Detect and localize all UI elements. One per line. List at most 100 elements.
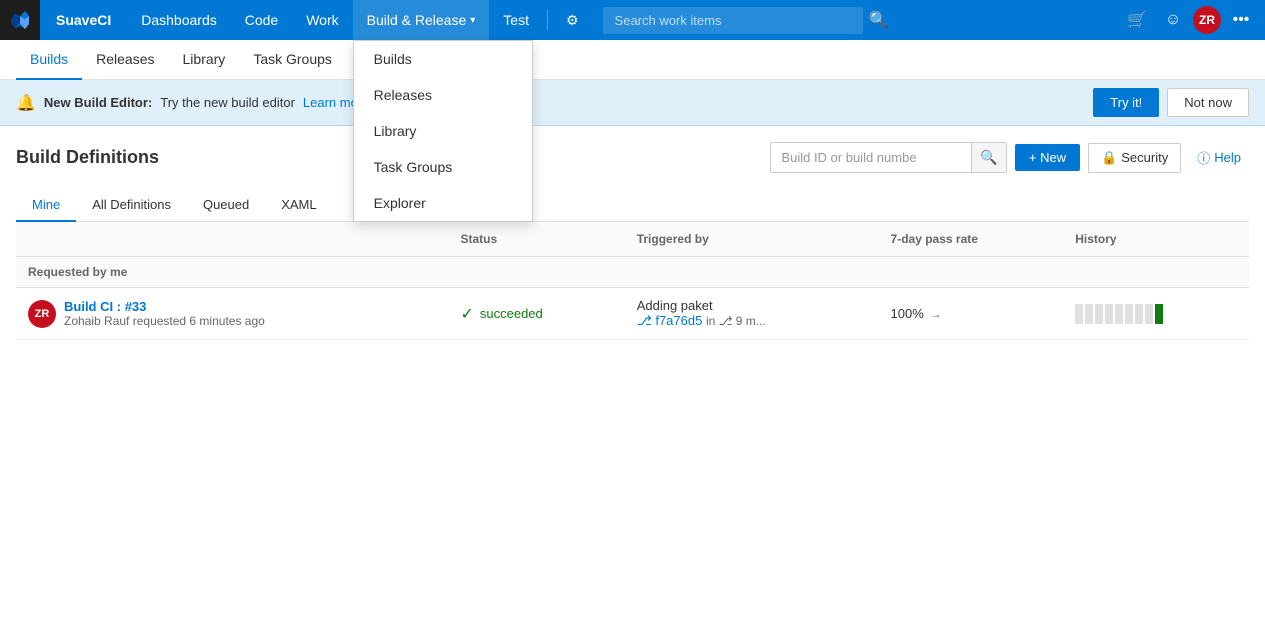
help-circle-icon: ⓘ <box>1197 148 1210 167</box>
banner-content: 🔔 New Build Editor: Try the new build ed… <box>16 93 369 113</box>
sub-navigation: Builds Releases Library Task Groups Expl… <box>0 40 1265 80</box>
trigger-repo: in ⎇ 9 m... <box>706 314 766 328</box>
smiley-icon[interactable]: ☺ <box>1157 4 1189 36</box>
col-header-triggered: Triggered by <box>625 222 879 257</box>
build-search-wrap: 🔍 <box>770 142 1006 173</box>
trigger-message: Adding paket <box>637 298 867 313</box>
tab-queued[interactable]: Queued <box>187 189 265 222</box>
history-bar <box>1075 304 1237 324</box>
dropdown-item-builds[interactable]: Builds <box>354 41 532 77</box>
banner-label: New Build Editor: <box>44 95 152 110</box>
banner-actions: Try it! Not now <box>1093 88 1249 117</box>
commit-icon: ⎇ <box>637 313 652 328</box>
project-name[interactable]: SuaveCI <box>40 12 127 28</box>
subnav-library[interactable]: Library <box>169 40 240 80</box>
passrate-cell: 100% → <box>879 288 1064 340</box>
shield-icon: 🔒 <box>1101 150 1117 166</box>
history-bar-segment <box>1145 304 1153 324</box>
user-avatar[interactable]: ZR <box>1193 6 1221 34</box>
top-navigation: SuaveCI Dashboards Code Work Build & Rel… <box>0 0 1265 40</box>
requested-by: Zohaib Rauf <box>64 314 129 328</box>
status-succeeded: ✓ succeeded <box>460 304 612 324</box>
col-header-history: History <box>1063 222 1249 257</box>
page-actions: 🔍 + New 🔒 Security ⓘ Help <box>770 142 1249 173</box>
new-build-editor-banner: 🔔 New Build Editor: Try the new build ed… <box>0 80 1265 126</box>
nav-item-dashboards[interactable]: Dashboards <box>127 0 231 40</box>
dropdown-item-task-groups[interactable]: Task Groups <box>354 149 532 185</box>
build-info-cell: ZR Build CI : #33 Zohaib Rauf requested … <box>16 288 448 340</box>
page-content: Build Definitions 🔍 + New 🔒 Security ⓘ H… <box>0 126 1265 356</box>
build-search-button[interactable]: 🔍 <box>971 143 1005 172</box>
dropdown-item-releases[interactable]: Releases <box>354 77 532 113</box>
banner-text: Try the new build editor <box>160 95 295 110</box>
top-nav-right-actions: 🛒 ☺ ZR ••• <box>1121 4 1265 36</box>
nav-item-work[interactable]: Work <box>292 0 352 40</box>
check-icon: ✓ <box>460 304 473 324</box>
search-icon[interactable]: 🔍 <box>863 4 895 36</box>
tab-mine[interactable]: Mine <box>16 189 76 222</box>
history-bar-segment <box>1105 304 1113 324</box>
trigger-details: ⎇ f7a76d5 in ⎇ 9 m... <box>637 313 867 329</box>
app-logo[interactable] <box>0 0 40 40</box>
secondary-tabs: Mine All Definitions Queued XAML <box>16 189 1249 222</box>
dropdown-item-explorer[interactable]: Explorer <box>354 185 532 221</box>
security-button[interactable]: 🔒 Security <box>1088 143 1181 173</box>
build-number-link[interactable]: #33 <box>125 299 147 314</box>
status-text: succeeded <box>480 306 543 321</box>
section-header-row: Requested by me <box>16 257 1249 288</box>
tab-all-definitions[interactable]: All Definitions <box>76 189 187 222</box>
table-row: ZR Build CI : #33 Zohaib Rauf requested … <box>16 288 1249 340</box>
basket-icon[interactable]: 🛒 <box>1121 4 1153 36</box>
requested-time: requested 6 minutes ago <box>133 314 265 328</box>
trigger-info: Adding paket ⎇ f7a76d5 in ⎇ 9 m... <box>637 298 867 329</box>
history-bar-segment-success <box>1155 304 1163 324</box>
history-bar-segment <box>1075 304 1083 324</box>
nav-settings-icon[interactable]: ⚙ <box>552 0 593 40</box>
search-input[interactable] <box>603 7 863 34</box>
pass-rate-value: 100% <box>891 306 924 321</box>
history-bar-segment <box>1125 304 1133 324</box>
subnav-task-groups[interactable]: Task Groups <box>239 40 346 80</box>
history-bar-segment <box>1085 304 1093 324</box>
pass-rate: 100% → <box>891 306 1052 321</box>
build-release-dropdown: Builds Releases Library Task Groups Expl… <box>353 40 533 222</box>
dropdown-item-library[interactable]: Library <box>354 113 532 149</box>
build-name-wrap: Build CI : #33 Zohaib Rauf requested 6 m… <box>64 299 265 328</box>
history-cell <box>1063 288 1249 340</box>
build-separator: : <box>117 299 121 314</box>
more-options-icon[interactable]: ••• <box>1225 4 1257 36</box>
nav-item-build-release[interactable]: Build & Release ▾ Builds Releases Librar… <box>353 0 490 40</box>
main-nav-items: Dashboards Code Work Build & Release ▾ B… <box>127 0 592 40</box>
history-bar-segment <box>1095 304 1103 324</box>
nav-item-test[interactable]: Test <box>489 0 543 40</box>
pass-rate-arrow-icon: → <box>930 307 942 321</box>
col-header-passrate: 7-day pass rate <box>879 222 1064 257</box>
status-cell: ✓ succeeded <box>448 288 624 340</box>
nav-item-code[interactable]: Code <box>231 0 292 40</box>
nav-separator <box>547 10 548 30</box>
new-build-button[interactable]: + New <box>1015 144 1080 171</box>
triggered-cell: Adding paket ⎇ f7a76d5 in ⎇ 9 m... <box>625 288 879 340</box>
not-now-button[interactable]: Not now <box>1167 88 1249 117</box>
try-it-button[interactable]: Try it! <box>1093 88 1159 117</box>
col-header-name <box>16 222 448 257</box>
section-label: Requested by me <box>16 257 1249 288</box>
build-meta: Zohaib Rauf requested 6 minutes ago <box>64 314 265 328</box>
avatar: ZR <box>28 300 56 328</box>
builds-table: Status Triggered by 7-day pass rate Hist… <box>16 222 1249 340</box>
search-area: 🔍 <box>603 4 1111 36</box>
trigger-commit-link[interactable]: f7a76d5 <box>655 313 702 328</box>
history-bar-segment <box>1115 304 1123 324</box>
subnav-releases[interactable]: Releases <box>82 40 168 80</box>
col-header-status: Status <box>448 222 624 257</box>
dropdown-arrow-icon: ▾ <box>470 15 475 26</box>
build-search-input[interactable] <box>771 144 971 171</box>
page-header: Build Definitions 🔍 + New 🔒 Security ⓘ H… <box>16 142 1249 173</box>
banner-icon: 🔔 <box>16 93 36 113</box>
subnav-builds[interactable]: Builds <box>16 40 82 80</box>
tab-xaml[interactable]: XAML <box>265 189 332 222</box>
table-header-row: Status Triggered by 7-day pass rate Hist… <box>16 222 1249 257</box>
help-button[interactable]: ⓘ Help <box>1189 142 1249 173</box>
history-bar-segment <box>1135 304 1143 324</box>
build-name-link[interactable]: Build CI <box>64 299 113 314</box>
